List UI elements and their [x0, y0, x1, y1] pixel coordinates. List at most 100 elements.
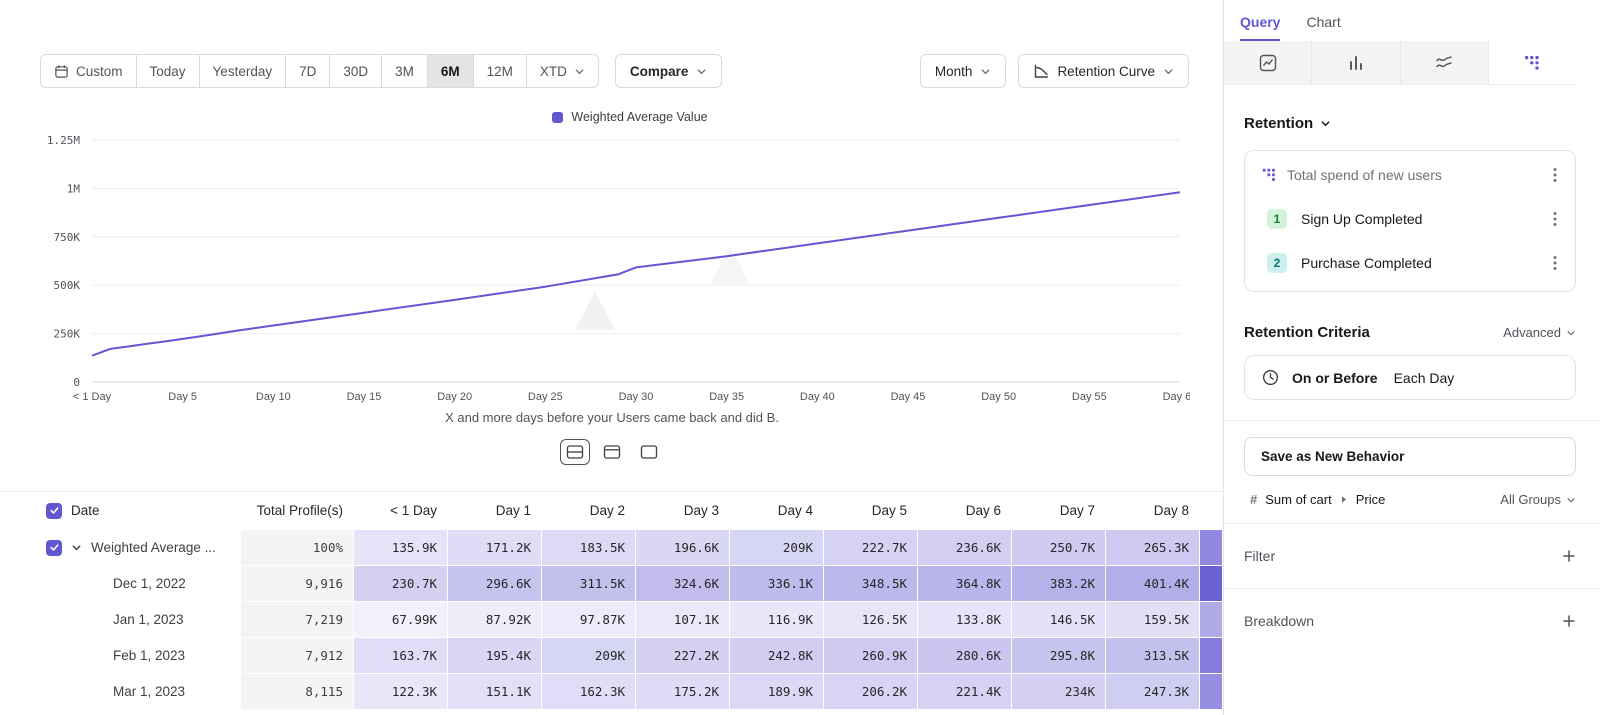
chart-caption: X and more days before your Users came b…	[0, 410, 1224, 425]
view-toggle-plain[interactable]	[634, 439, 664, 465]
behavior-title-row[interactable]: Total spend of new users	[1245, 151, 1575, 197]
panel-body: Retention Total spend of new users 1Sign…	[1224, 85, 1600, 653]
chart-type-label: Retention Curve	[1057, 64, 1155, 79]
kebab-menu-icon[interactable]	[1549, 253, 1561, 273]
bar-chart-tab[interactable]	[1312, 41, 1400, 84]
kebab-menu-icon[interactable]	[1549, 165, 1561, 185]
range-6m[interactable]: 6M	[428, 54, 474, 88]
row-checkbox[interactable]	[46, 540, 62, 556]
section-filter: Filter	[1244, 524, 1576, 588]
measure-property[interactable]: Price	[1356, 492, 1386, 507]
bar-chart-icon	[1347, 54, 1365, 72]
chevron-down-icon	[696, 66, 707, 77]
kebab-menu-icon[interactable]	[1549, 209, 1561, 229]
column-header: Day 8	[1106, 492, 1199, 529]
column-header-overflow	[1200, 492, 1222, 529]
table-cell: 183.5K	[542, 530, 635, 565]
measure-label[interactable]: Sum of cart	[1265, 492, 1331, 507]
tab-chart[interactable]: Chart	[1306, 14, 1340, 41]
stream-tab[interactable]	[1401, 41, 1489, 84]
table-header-date: Date	[0, 492, 240, 529]
range-xtd[interactable]: XTD	[527, 54, 599, 88]
table-cell: 383.2K	[1012, 566, 1105, 601]
range-30d[interactable]: 30D	[330, 54, 382, 88]
column-header: Day 5	[824, 492, 917, 529]
view-toggle-split-rows[interactable]	[560, 439, 590, 465]
table-cell: 67.99K	[354, 602, 447, 637]
retention-type-label: Retention	[1244, 115, 1313, 132]
compare-label: Compare	[630, 64, 689, 79]
table-row-label[interactable]: Jan 1, 2023	[0, 602, 240, 637]
retention-type-select[interactable]: Retention	[1244, 115, 1576, 132]
granularity-label: Month	[935, 64, 973, 79]
column-header: Day 2	[542, 492, 635, 529]
criteria-card[interactable]: On or Before Each Day	[1244, 355, 1576, 400]
table-row-label[interactable]: Weighted Average ...	[0, 530, 240, 565]
breadcrumb-arrow-icon	[1340, 495, 1348, 504]
table-cell: 162.3K	[542, 674, 635, 709]
range-custom[interactable]: Custom	[40, 54, 137, 88]
chevron-down-icon	[1566, 328, 1576, 338]
retention-tab[interactable]	[1489, 41, 1576, 84]
table-cell-overflow	[1200, 530, 1222, 565]
range-label: Custom	[76, 64, 123, 79]
expand-chevron-icon[interactable]	[71, 542, 82, 553]
range-label: 6M	[441, 64, 460, 79]
add-filter-button[interactable]	[1562, 549, 1576, 563]
insights-tab[interactable]	[1224, 41, 1312, 84]
column-header: < 1 Day	[354, 492, 447, 529]
range-7d[interactable]: 7D	[286, 54, 330, 88]
toolbar-right: Month Retention Curve	[920, 54, 1189, 88]
legend-label: Weighted Average Value	[571, 110, 707, 124]
stream-icon	[1435, 54, 1453, 72]
criteria-header: Retention Criteria Advanced	[1244, 324, 1576, 341]
table-cell: 196.6K	[636, 530, 729, 565]
tab-query[interactable]: Query	[1240, 14, 1280, 41]
table-cell: 221.4K	[918, 674, 1011, 709]
table-view-toggles	[0, 439, 1224, 465]
criteria-condition[interactable]: On or Before	[1292, 370, 1378, 386]
svg-text:250K: 250K	[54, 328, 81, 341]
range-12m[interactable]: 12M	[474, 54, 527, 88]
range-3m[interactable]: 3M	[382, 54, 428, 88]
table-cell: 206.2K	[824, 674, 917, 709]
chart-legend: Weighted Average Value	[40, 110, 1220, 124]
range-today[interactable]: Today	[137, 54, 200, 88]
chart-type-tabs	[1224, 41, 1576, 85]
insights-icon	[1259, 54, 1277, 72]
advanced-select[interactable]: Advanced	[1503, 325, 1576, 340]
chart-type-button[interactable]: Retention Curve	[1018, 54, 1189, 88]
number-property-icon: #	[1250, 492, 1257, 507]
table-cell: 401.4K	[1106, 566, 1199, 601]
table-cell: 87.92K	[448, 602, 541, 637]
table-row-label[interactable]: Mar 1, 2023	[0, 674, 240, 709]
table-row-label[interactable]: Feb 1, 2023	[0, 638, 240, 673]
table-row-label[interactable]: Dec 1, 2022	[0, 566, 240, 601]
retention-chart: 1.25M1M750K500K250K0< 1 DayDay 5Day 10Da…	[40, 130, 1190, 408]
svg-text:Day 40: Day 40	[800, 391, 835, 403]
behavior-step-2[interactable]: 2Purchase Completed	[1245, 241, 1575, 285]
view-toggle-header-row[interactable]	[597, 439, 627, 465]
behavior-steps: 1Sign Up Completed2Purchase Completed	[1245, 197, 1575, 285]
table-cell: 163.7K	[354, 638, 447, 673]
retention-icon	[1523, 54, 1541, 72]
select-all-checkbox[interactable]	[46, 503, 62, 519]
granularity-button[interactable]: Month	[920, 54, 1007, 88]
compare-button[interactable]: Compare	[615, 54, 723, 88]
save-as-new-behavior-button[interactable]: Save as New Behavior	[1244, 437, 1576, 476]
cell-total-profiles: 7,219	[241, 602, 353, 637]
groups-select[interactable]: All Groups	[1500, 492, 1576, 507]
measure-row: # Sum of cart Price All Groups	[1224, 476, 1600, 524]
cell-total-profiles: 9,916	[241, 566, 353, 601]
table-cell: 260.9K	[824, 638, 917, 673]
criteria-frequency[interactable]: Each Day	[1394, 370, 1455, 386]
range-yesterday[interactable]: Yesterday	[200, 54, 287, 88]
behavior-step-1[interactable]: 1Sign Up Completed	[1245, 197, 1575, 241]
table-cell-overflow	[1200, 674, 1222, 709]
svg-text:Day 45: Day 45	[891, 391, 926, 403]
add-breakdown-button[interactable]	[1562, 614, 1576, 628]
row-label: Mar 1, 2023	[113, 684, 185, 699]
column-header: Day 7	[1012, 492, 1105, 529]
cell-total-profiles: 100%	[241, 530, 353, 565]
svg-text:Day 60: Day 60	[1163, 391, 1190, 403]
